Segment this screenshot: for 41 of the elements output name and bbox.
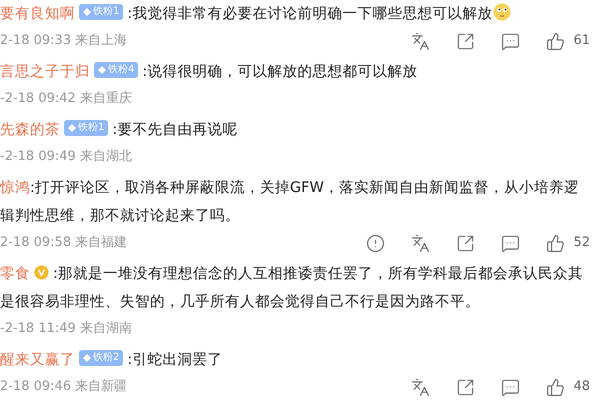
like-count: 61 <box>573 32 590 50</box>
username[interactable]: 先森的茶 <box>0 122 60 138</box>
report-icon[interactable] <box>366 234 386 252</box>
timestamp: -2-18 11:49 来自湖南 <box>0 320 132 338</box>
like-icon[interactable] <box>546 234 566 252</box>
timestamp: 2-18 09:33 来自上海 <box>0 32 128 50</box>
username[interactable]: 言思之子于归 <box>0 64 90 80</box>
comment-icon[interactable] <box>501 378 520 396</box>
timestamp: -2-18 09:49 来自湖北 <box>0 148 132 166</box>
fan-badge: 铁粉4 <box>94 62 138 78</box>
comment-text: 要有良知啊 铁粉1 :我觉得非常有必要在讨论前明确一下哪些思想可以解放 <box>0 0 590 28</box>
translate-icon[interactable] <box>411 234 430 252</box>
comment-text: 醒来又赢了 铁粉2 :引蛇出洞罢了 <box>0 349 224 370</box>
share-icon[interactable] <box>456 234 476 252</box>
username[interactable]: 醒来又赢了 <box>0 352 75 368</box>
fan-badge: 铁粉1 <box>64 120 108 136</box>
share-icon[interactable] <box>456 378 476 396</box>
username[interactable]: 要有良知啊 <box>0 6 75 22</box>
comment-text: 先森的茶 铁粉1 :要不先自由再说呢 <box>0 119 238 140</box>
translate-icon[interactable] <box>411 378 430 396</box>
like-count: 48 <box>573 378 590 396</box>
diamond-icon <box>98 66 106 74</box>
diamond-icon <box>68 124 76 132</box>
diamond-icon <box>83 354 91 362</box>
comment-text: 言思之子于归 铁粉4 :说得很明确，可以解放的思想都可以解放 <box>0 61 418 82</box>
timestamp: -2-18 09:42 来自重庆 <box>0 90 132 108</box>
share-icon[interactable] <box>456 32 476 50</box>
comment-icon[interactable] <box>501 234 520 252</box>
comment-icon[interactable] <box>501 32 520 50</box>
like-count: 52 <box>573 234 590 252</box>
like-icon[interactable] <box>546 378 566 396</box>
fan-badge: 铁粉1 <box>79 4 124 20</box>
diamond-icon <box>83 8 91 16</box>
fan-badge: 铁粉2 <box>79 350 124 366</box>
timestamp: 2-18 09:46 来自新疆 <box>0 378 128 396</box>
timestamp: 2-18 09:58 来自福建 <box>0 234 128 252</box>
translate-icon[interactable] <box>411 32 430 50</box>
verified-icon <box>34 265 49 280</box>
comment-text: 零食 :那就是一堆没有理想信念的人互相推诿责任罢了，所有学科最后都会承认民众其是很容易非理性、失智的，几乎所有人都会觉得自己不行是因为路不平。 <box>0 264 584 312</box>
username[interactable]: 零食 <box>0 266 30 282</box>
like-icon[interactable] <box>546 32 566 50</box>
